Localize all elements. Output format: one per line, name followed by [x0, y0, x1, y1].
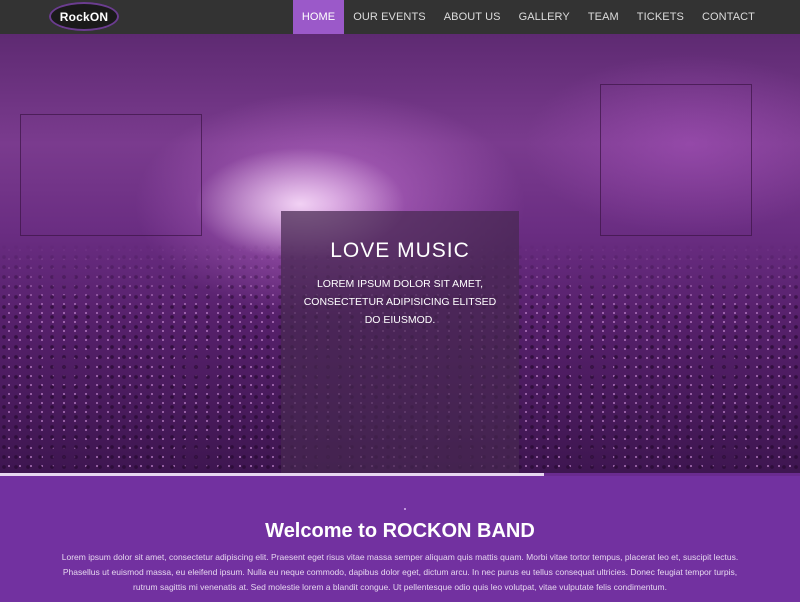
logo-text: RockON [59, 9, 109, 24]
hero-subtitle: LOREM IPSUM DOLOR SIT AMET, CONSECTETUR … [303, 278, 497, 326]
nav-item-home[interactable]: HOME [292, 0, 345, 34]
nav-item-gallery[interactable]: GALLERY [510, 0, 579, 34]
welcome-section: Welcome to ROCKON BAND Lorem ipsum dolor… [0, 476, 800, 602]
welcome-title: Welcome to ROCKON BAND [265, 520, 535, 542]
nav-item-tickets[interactable]: TICKETS [628, 0, 693, 34]
hero-title: LOVE MUSIC [330, 239, 470, 262]
welcome-text: Lorem ipsum dolor sit amet, consectetur … [61, 552, 739, 592]
nav-item-our-events[interactable]: OUR EVENTS [344, 0, 435, 34]
hero-caption: LOVE MUSIC LOREM IPSUM DOLOR SIT AMET, C… [281, 211, 519, 473]
nav-item-team[interactable]: TEAM [579, 0, 628, 34]
main-nav: HOME OUR EVENTS ABOUT US GALLERY TEAM TI… [292, 0, 764, 34]
nav-item-about-us[interactable]: ABOUT US [435, 0, 510, 34]
nav-item-contact[interactable]: CONTACT [693, 0, 764, 34]
stage-truss-left [20, 114, 202, 236]
stage-truss-right [600, 84, 752, 236]
logo[interactable]: RockON [49, 2, 119, 31]
section-divider-dot [404, 508, 406, 510]
top-navbar: RockON HOME OUR EVENTS ABOUT US GALLERY … [0, 0, 800, 34]
hero-banner: LOVE MUSIC LOREM IPSUM DOLOR SIT AMET, C… [0, 34, 800, 473]
